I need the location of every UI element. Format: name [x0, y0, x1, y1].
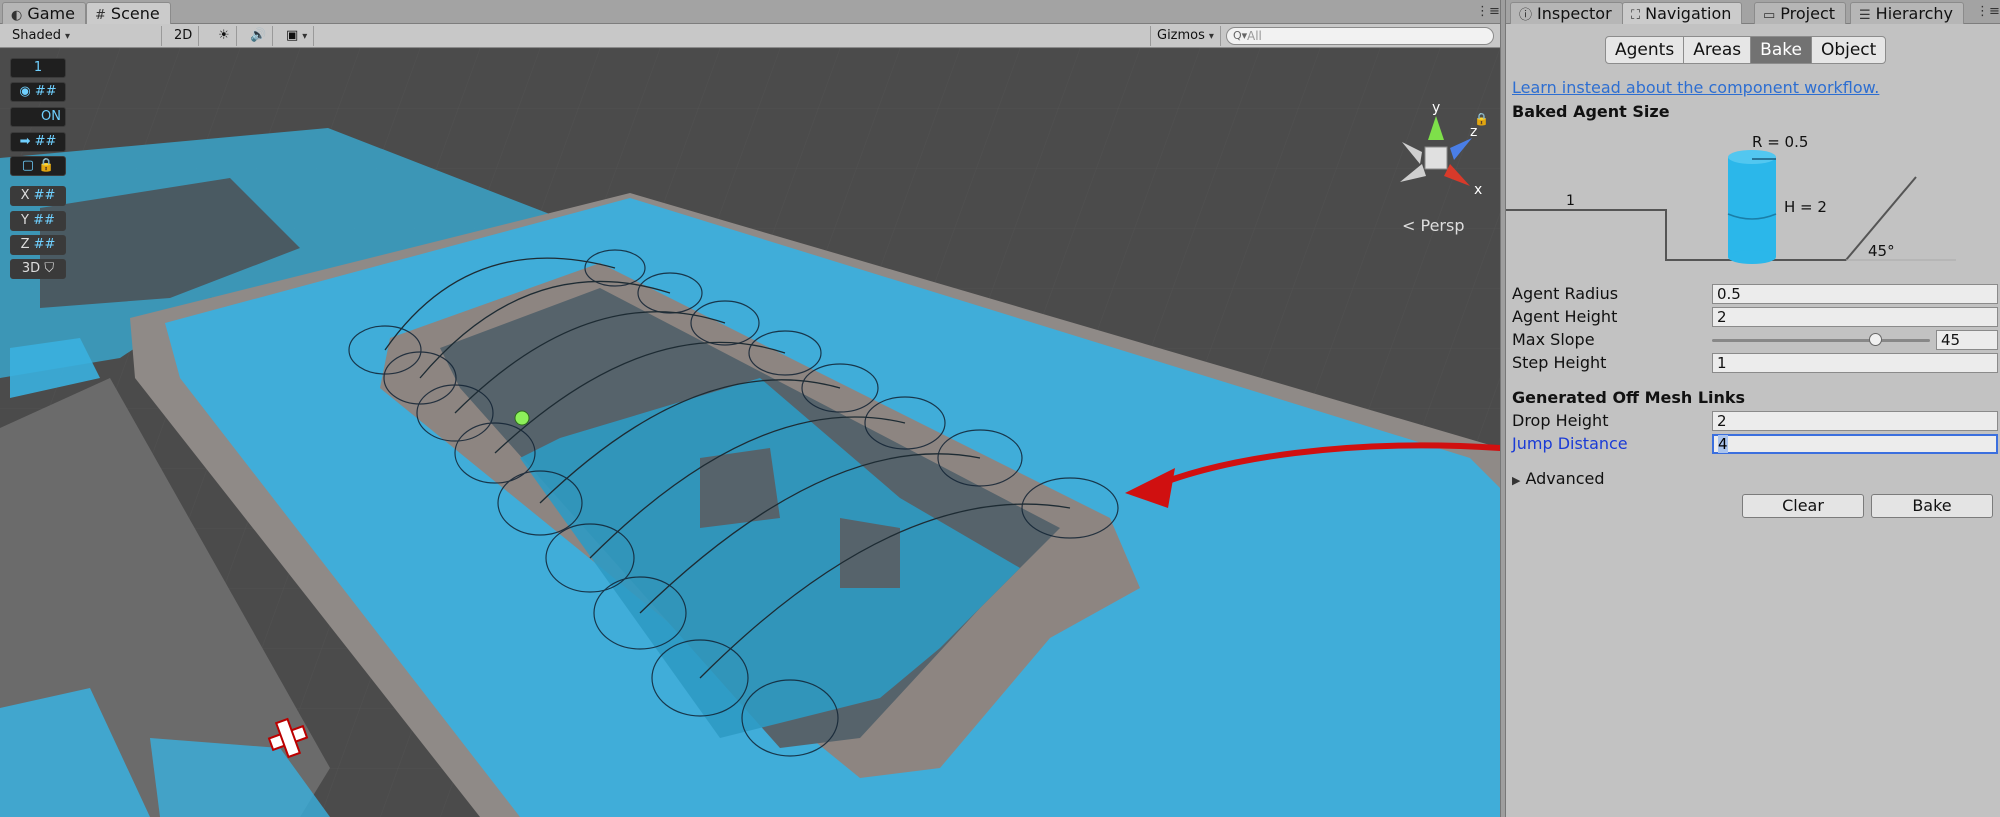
jump-distance-field[interactable]: 4	[1712, 434, 1998, 454]
advanced-foldout[interactable]: ▶ Advanced	[1512, 469, 1605, 488]
2d-toggle-button[interactable]: 2D	[168, 26, 200, 46]
tab-agents[interactable]: Agents	[1605, 36, 1685, 64]
scene-viewport[interactable]: y z x 🔒 < Persp 1 ◉ ## ON ➡ ## ▢ 🔒 X ## …	[0, 48, 1500, 817]
gizmos-dropdown[interactable]: Gizmos	[1150, 26, 1221, 46]
drop-height-field[interactable]: 2	[1712, 411, 1998, 431]
audio-toggle-icon[interactable]: 🔊	[244, 26, 274, 46]
navigation-panel: ⓘ Inspector ⛶ Navigation ▭ Project ☰ Hierarc…	[1506, 0, 2000, 817]
max-slope-row: Max Slope 45	[1512, 330, 1998, 350]
overlay-y-toggle[interactable]: Y ##	[10, 211, 66, 231]
shading-mode-dropdown[interactable]: Shaded	[6, 26, 162, 46]
axis-y-label: y	[1432, 100, 1440, 116]
projection-label[interactable]: < Persp	[1402, 216, 1465, 235]
info-icon: ⓘ	[1519, 8, 1533, 23]
bake-button[interactable]: Bake	[1871, 494, 1993, 518]
overlay-visibility-icon[interactable]: ◉ ##	[10, 82, 66, 102]
navigation-icon: ⛶	[1631, 8, 1641, 23]
tab-scene[interactable]: # Scene	[86, 2, 171, 24]
overlay-on-toggle[interactable]: ON	[10, 107, 66, 127]
agent-size-diagram: R = 0.5 H = 2 1 45°	[1506, 133, 1956, 264]
tab-game[interactable]: ◐ Game	[2, 2, 86, 24]
scene-window-menu-icon[interactable]: ⋮≡	[1476, 4, 1500, 19]
tab-navigation[interactable]: ⛶ Navigation	[1622, 2, 1743, 24]
drop-height-row: Drop Height 2	[1512, 411, 1998, 431]
overlay-counter[interactable]: 1	[10, 58, 66, 78]
overlay-z-toggle[interactable]: Z ##	[10, 235, 66, 255]
overlay-lock-icon[interactable]: ▢ 🔒	[10, 156, 66, 176]
step-height-row: Step Height 1	[1512, 353, 1998, 373]
foldout-arrow-icon: ▶	[1512, 474, 1521, 487]
axis-z-label: z	[1470, 124, 1477, 140]
radius-label: R = 0.5	[1752, 133, 1808, 151]
scene-render: y z x	[0, 48, 1500, 817]
baked-agent-size-header: Baked Agent Size	[1512, 102, 1670, 121]
agent-height-field[interactable]: 2	[1712, 307, 1998, 327]
pit-step-2	[840, 518, 900, 588]
scene-search-input[interactable]: Q▾ All	[1226, 27, 1494, 45]
panel-tabbar: ⓘ Inspector ⛶ Navigation ▭ Project ☰ Hierarc…	[1506, 0, 2000, 24]
clear-button[interactable]: Clear	[1742, 494, 1864, 518]
step-height-field[interactable]: 1	[1712, 353, 1998, 373]
axis-x-label: x	[1474, 182, 1482, 198]
tab-areas[interactable]: Areas	[1683, 36, 1752, 64]
tab-hierarchy[interactable]: ☰ Hierarchy	[1850, 2, 1964, 24]
component-workflow-link[interactable]: Learn instead about the component workfl…	[1512, 78, 1879, 97]
max-slope-field[interactable]: 45	[1936, 330, 1998, 350]
list-icon: ☰	[1859, 8, 1871, 23]
effects-dropdown-icon[interactable]: ▣	[280, 26, 315, 46]
step-label: 1	[1566, 193, 1575, 209]
overlay-arrow-icon[interactable]: ➡ ##	[10, 132, 66, 152]
lock-icon[interactable]: 🔒	[1474, 112, 1489, 126]
agent-cylinder	[1728, 157, 1776, 257]
folder-icon: ▭	[1763, 8, 1776, 23]
tab-bake[interactable]: Bake	[1750, 36, 1812, 64]
tab-project[interactable]: ▭ Project	[1754, 2, 1847, 24]
tab-inspector[interactable]: ⓘ Inspector	[1510, 2, 1623, 24]
navigation-mode-tabs: Agents Areas Bake Object	[1605, 36, 1887, 64]
scene-toolbar: Shaded 2D ☀ 🔊 ▣ Gizmos Q▾All	[0, 24, 1502, 48]
overlay-x-toggle[interactable]: X ##	[10, 186, 66, 206]
offmesh-links-header: Generated Off Mesh Links	[1512, 388, 1746, 407]
height-label: H = 2	[1784, 198, 1827, 216]
max-slope-slider[interactable]	[1712, 339, 1930, 342]
search-icon: Q▾	[1233, 29, 1248, 42]
lighting-toggle-icon[interactable]: ☀	[212, 26, 237, 46]
overlay-3d-toggle[interactable]: 3D ⛉	[10, 259, 66, 279]
agent-radius-row: Agent Radius 0.5	[1512, 284, 1998, 304]
scene-window: ◐Game #Scene ⋮≡ Shaded 2D ☀ 🔊 ▣ Gizmos Q…	[0, 0, 1502, 817]
scene-tabbar: ◐ Game # Scene ⋮≡	[0, 0, 1502, 24]
slope-label: 45°	[1868, 242, 1895, 260]
tab-object[interactable]: Object	[1810, 36, 1887, 64]
agent-height-row: Agent Height 2	[1512, 307, 1998, 327]
jump-distance-row: Jump Distance 4	[1512, 434, 1998, 454]
panel-menu-icon[interactable]: ⋮≡	[1976, 4, 2000, 19]
agent-radius-field[interactable]: 0.5	[1712, 284, 1998, 304]
agent-character[interactable]	[514, 410, 530, 426]
max-slope-slider-handle[interactable]	[1868, 333, 1882, 346]
